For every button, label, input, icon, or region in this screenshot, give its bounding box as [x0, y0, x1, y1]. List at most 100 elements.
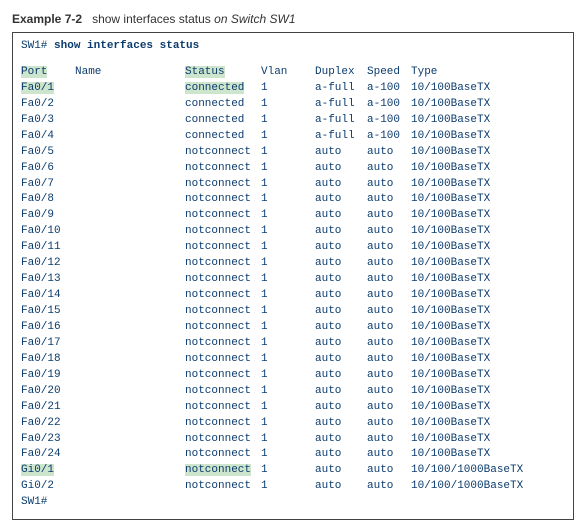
header-speed: Speed — [367, 65, 411, 81]
cell-port: Fa0/5 — [21, 145, 75, 161]
cell-type: 10/100BaseTX — [411, 97, 565, 113]
cell-port: Fa0/14 — [21, 288, 75, 304]
cell-port: Fa0/9 — [21, 208, 75, 224]
cell-status: notconnect — [185, 224, 261, 240]
cell-status: notconnect — [185, 256, 261, 272]
table-row: Fa0/9notconnect1autoauto10/100BaseTX — [21, 208, 565, 224]
table-row: Fa0/8notconnect1autoauto10/100BaseTX — [21, 192, 565, 208]
table-header-row: Port Name Status Vlan Duplex Speed Type — [21, 65, 565, 81]
cell-duplex: auto — [315, 432, 367, 448]
cell-type: 10/100BaseTX — [411, 224, 565, 240]
table-row: Fa0/24notconnect1autoauto10/100BaseTX — [21, 447, 565, 463]
cell-type: 10/100BaseTX — [411, 177, 565, 193]
table-row: Fa0/10notconnect1autoauto10/100BaseTX — [21, 224, 565, 240]
cell-status: notconnect — [185, 177, 261, 193]
cell-type: 10/100BaseTX — [411, 416, 565, 432]
cell-name — [75, 336, 185, 352]
header-vlan: Vlan — [261, 65, 315, 81]
cell-vlan: 1 — [261, 97, 315, 113]
cell-duplex: auto — [315, 463, 367, 479]
header-port: Port — [21, 65, 75, 81]
cell-vlan: 1 — [261, 272, 315, 288]
cell-speed: auto — [367, 145, 411, 161]
cell-type: 10/100BaseTX — [411, 272, 565, 288]
cell-port: Fa0/10 — [21, 224, 75, 240]
cell-name — [75, 447, 185, 463]
cell-speed: auto — [367, 208, 411, 224]
cell-vlan: 1 — [261, 479, 315, 495]
cell-status: notconnect — [185, 336, 261, 352]
cell-name — [75, 192, 185, 208]
cell-type: 10/100BaseTX — [411, 208, 565, 224]
cell-vlan: 1 — [261, 161, 315, 177]
cell-type: 10/100BaseTX — [411, 113, 565, 129]
cell-port: Gi0/2 — [21, 479, 75, 495]
cell-duplex: auto — [315, 352, 367, 368]
table-row: Fa0/15notconnect1autoauto10/100BaseTX — [21, 304, 565, 320]
cell-type: 10/100BaseTX — [411, 161, 565, 177]
table-row: Fa0/7notconnect1autoauto10/100BaseTX — [21, 177, 565, 193]
example-title: Example 7-2 show interfaces status on Sw… — [12, 12, 574, 26]
cell-port: Fa0/12 — [21, 256, 75, 272]
cell-type: 10/100BaseTX — [411, 192, 565, 208]
cell-status: notconnect — [185, 463, 261, 479]
cell-speed: auto — [367, 447, 411, 463]
cell-port: Fa0/23 — [21, 432, 75, 448]
cell-speed: auto — [367, 384, 411, 400]
header-duplex: Duplex — [315, 65, 367, 81]
cell-name — [75, 272, 185, 288]
terminal-output: SW1# show interfaces status Port Name St… — [12, 32, 574, 520]
cell-vlan: 1 — [261, 81, 315, 97]
cell-port: Fa0/19 — [21, 368, 75, 384]
cell-port: Fa0/18 — [21, 352, 75, 368]
cell-port: Fa0/11 — [21, 240, 75, 256]
cell-duplex: auto — [315, 272, 367, 288]
cell-type: 10/100BaseTX — [411, 256, 565, 272]
cell-duplex: auto — [315, 416, 367, 432]
cell-port: Fa0/7 — [21, 177, 75, 193]
cell-port: Fa0/24 — [21, 447, 75, 463]
cell-name — [75, 479, 185, 495]
cell-port: Fa0/21 — [21, 400, 75, 416]
cell-duplex: auto — [315, 224, 367, 240]
cell-duplex: auto — [315, 384, 367, 400]
cell-type: 10/100BaseTX — [411, 368, 565, 384]
cell-name — [75, 288, 185, 304]
cell-name — [75, 224, 185, 240]
header-status: Status — [185, 65, 261, 81]
table-row: Gi0/1notconnect1autoauto10/100/1000BaseT… — [21, 463, 565, 479]
cell-duplex: auto — [315, 336, 367, 352]
cell-vlan: 1 — [261, 113, 315, 129]
cell-duplex: auto — [315, 240, 367, 256]
cell-type: 10/100BaseTX — [411, 288, 565, 304]
cell-speed: auto — [367, 352, 411, 368]
cell-vlan: 1 — [261, 416, 315, 432]
cell-speed: auto — [367, 336, 411, 352]
table-row: Gi0/2notconnect1autoauto10/100/1000BaseT… — [21, 479, 565, 495]
cell-speed: auto — [367, 463, 411, 479]
cell-duplex: auto — [315, 320, 367, 336]
cell-speed: auto — [367, 304, 411, 320]
cell-name — [75, 416, 185, 432]
cell-name — [75, 256, 185, 272]
cell-name — [75, 97, 185, 113]
cell-duplex: auto — [315, 177, 367, 193]
cell-type: 10/100BaseTX — [411, 240, 565, 256]
cell-status: notconnect — [185, 208, 261, 224]
cell-speed: auto — [367, 400, 411, 416]
cell-status: notconnect — [185, 272, 261, 288]
cell-name — [75, 81, 185, 97]
cell-vlan: 1 — [261, 320, 315, 336]
table-row: Fa0/12notconnect1autoauto10/100BaseTX — [21, 256, 565, 272]
cell-port: Fa0/1 — [21, 81, 75, 97]
cell-speed: auto — [367, 161, 411, 177]
cell-duplex: a-full — [315, 81, 367, 97]
cell-type: 10/100BaseTX — [411, 384, 565, 400]
cell-status: notconnect — [185, 447, 261, 463]
cell-port: Fa0/6 — [21, 161, 75, 177]
cell-type: 10/100BaseTX — [411, 320, 565, 336]
cell-status: notconnect — [185, 240, 261, 256]
cell-speed: auto — [367, 320, 411, 336]
cell-name — [75, 320, 185, 336]
example-command: show interfaces status — [92, 12, 211, 26]
